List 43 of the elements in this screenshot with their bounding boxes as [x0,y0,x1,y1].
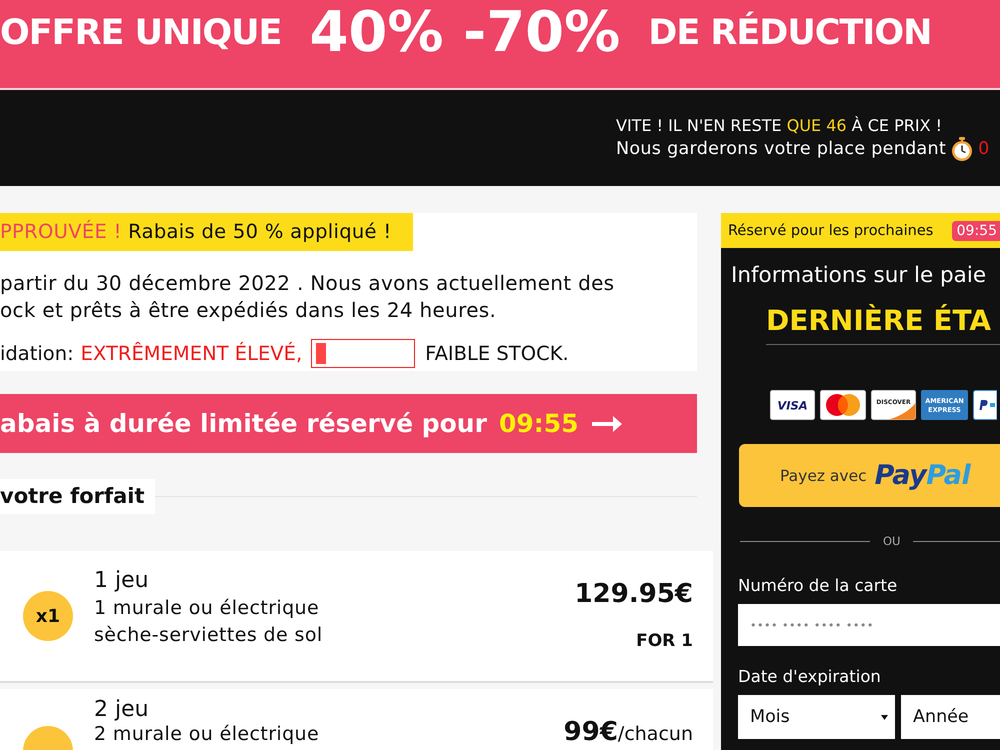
package-description: 2 murale ou électrique [94,723,320,745]
package-title: 1 jeu [94,567,150,595]
payment-logo-icon [973,390,997,420]
quantity-badge: x1 [23,591,73,641]
banner-headline: DE RÉDUCTION [648,12,932,54]
card-number-input[interactable]: •••• •••• •••• •••• [738,604,1000,646]
caret-icon [881,714,888,720]
liquidation-rate: EXTRÊMEMENT ÉLEVÉ, [80,342,302,364]
stock-notice-text: partir du 30 décembre 2022 . Nous avons actuellement des [0,270,616,297]
package-price: 129.95€ [574,578,693,611]
countdown-text: 0 [978,138,990,160]
approval-label: PPROUVÉE ! Rabais de 50 % appliqué ! [0,213,414,251]
banner-headline: OFFRE UNIQUE [0,12,282,54]
liquidation-label: idation: [0,342,74,364]
package-card[interactable]: x1 1 jeu 1 murale ou électrique sèche-serviettes de sol 129.95€ FOR 1 [0,551,713,683]
timer-banner-text: abais à durée limitée réservé pour [0,409,487,438]
timer-countdown: 09:55 [498,409,579,438]
package-title: 2 jeu [94,697,150,723]
right-arrow-icon [590,414,623,432]
stock-notice-text: ock et prêts à être expédiés dans les 24 heures. [0,297,498,324]
discount-headline: 40% -70% [309,2,620,64]
package-description: 1 murale ou électrique sèche-serviettes de sol [94,596,324,648]
divider-text: OU [883,534,900,548]
price-note: FOR 1 [636,630,693,653]
visa-logo: VISA [770,390,815,420]
stock-alert-text: VITE ! IL N'EN RESTE QUE 46 À CE PRIX ! [616,115,942,137]
price-unit: /chacun [618,723,693,745]
package-card[interactable]: 2 jeu 2 murale ou électrique 99€/chacun [0,689,713,750]
paypal-button[interactable]: Payez avec PayPal [739,444,1000,507]
stock-status-text: FAIBLE STOCK. [425,342,569,364]
month-select[interactable]: Mois [738,695,895,739]
payment-title: Informations sur le paie [731,262,988,290]
field-label: Date d'expiration [738,666,882,688]
section-heading: votre forfait [0,479,155,514]
year-select[interactable]: Année [901,695,1000,739]
step-title: DERNIÈRE ÉTA [766,303,992,339]
overlapping-circles-icon [820,390,866,420]
reserve-timer: 09:55 [952,220,1000,240]
hold-message-text: Nous garderons votre place pendant [616,138,946,160]
package-price: 99€ [564,716,618,749]
field-label: Numéro de la carte [738,575,898,597]
stopwatch-icon [951,137,974,161]
reserve-text: Réservé pour les prochaines [728,222,934,238]
